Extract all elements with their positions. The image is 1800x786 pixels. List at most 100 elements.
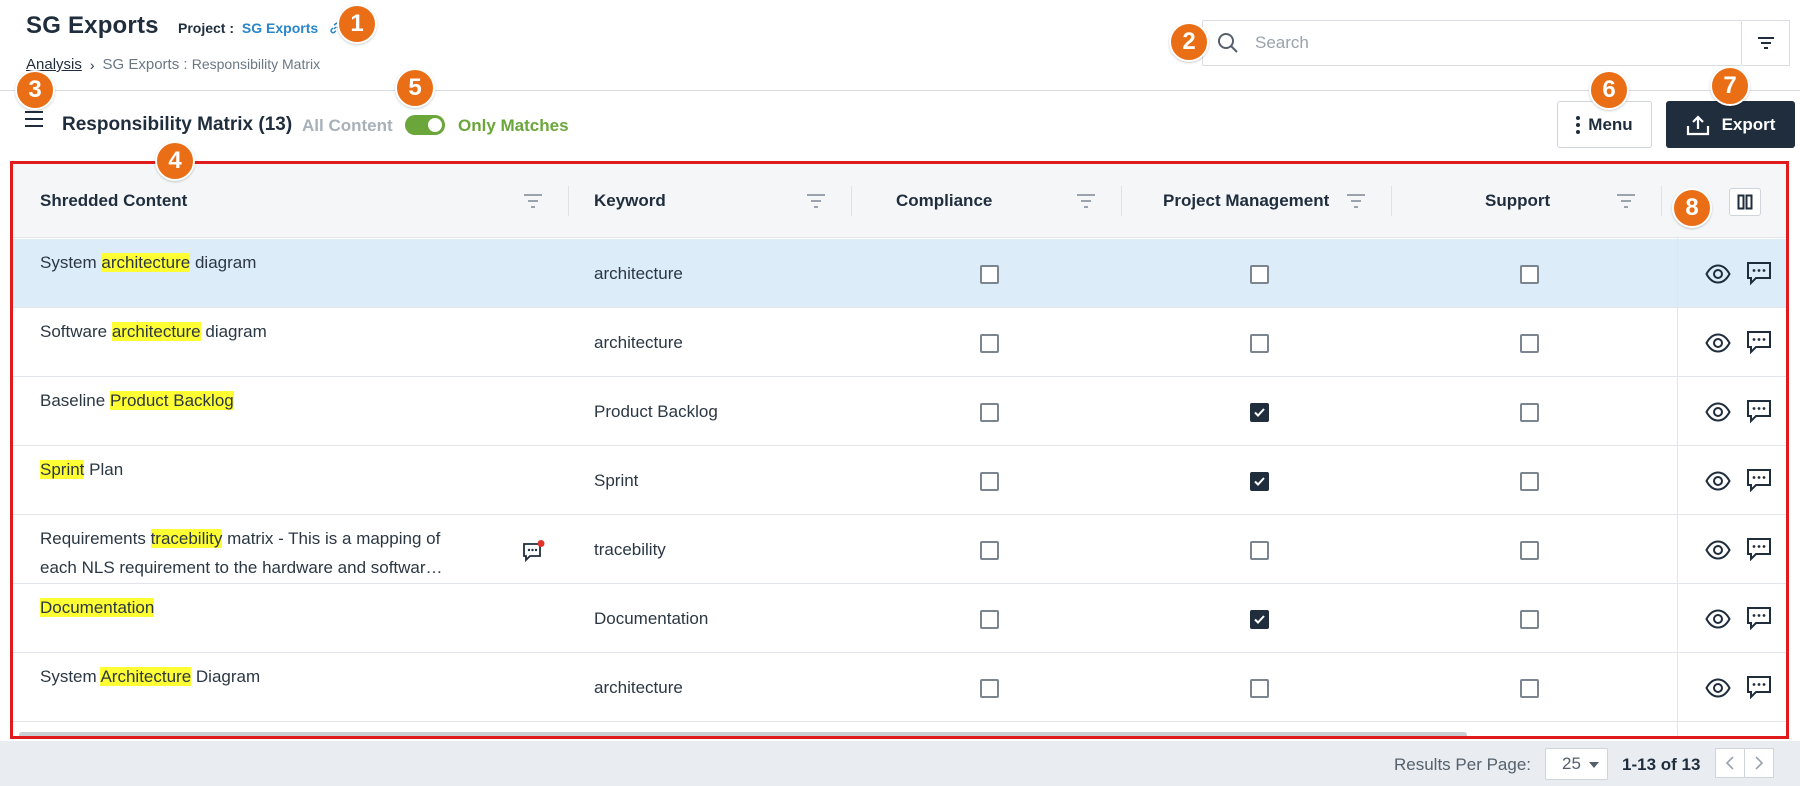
support-checkbox[interactable] — [1520, 265, 1539, 284]
table-row[interactable]: Software architecture diagram architectur… — [13, 308, 1786, 377]
filter-button[interactable] — [1742, 20, 1790, 66]
content-text: System — [40, 667, 101, 686]
project-management-checkbox[interactable] — [1250, 334, 1269, 353]
support-checkbox[interactable] — [1520, 334, 1539, 353]
column-divider[interactable] — [1121, 186, 1122, 216]
column-divider[interactable] — [851, 186, 852, 216]
comment-icon[interactable] — [1746, 260, 1772, 286]
column-divider[interactable] — [568, 186, 569, 216]
eye-icon[interactable] — [1705, 537, 1731, 563]
filter-icon[interactable] — [1076, 193, 1096, 209]
shredded-content-cell: Software architecture diagram — [40, 317, 460, 346]
project-management-checkbox[interactable] — [1250, 265, 1269, 284]
compliance-checkbox[interactable] — [980, 541, 999, 560]
page-header: SG Exports Project : SG Exports Analysis… — [0, 0, 1800, 91]
column-divider[interactable] — [1661, 186, 1662, 216]
column-toggle-button[interactable] — [1729, 188, 1761, 216]
column-label-shredded-content: Shredded Content — [40, 191, 188, 210]
keyword-highlight: tracebility — [150, 529, 223, 548]
comment-icon[interactable] — [1746, 329, 1772, 355]
comment-icon[interactable] — [1746, 605, 1772, 631]
breadcrumb: Analysis › SG Exports : Responsibility M… — [26, 56, 320, 73]
only-matches-label[interactable]: Only Matches — [458, 116, 569, 136]
comment-icon[interactable] — [1746, 467, 1772, 493]
callout-badge-2: 2 — [1169, 22, 1209, 62]
comment-icon[interactable] — [1746, 398, 1772, 424]
vertical-scrollbar[interactable] — [1787, 239, 1789, 509]
table-row[interactable]: Documentation Documentation — [13, 584, 1786, 653]
filter-icon[interactable] — [806, 193, 826, 209]
content-text: Baseline — [40, 391, 110, 410]
shredded-content-cell: System architecture diagram — [40, 248, 460, 277]
table-row[interactable]: System architecture diagram architecture — [13, 239, 1786, 308]
column-divider[interactable] — [1391, 186, 1392, 216]
pagination-footer: Results Per Page: 25 1-13 of 13 — [0, 741, 1800, 786]
compliance-checkbox[interactable] — [980, 265, 999, 284]
keyword-highlight: Architecture — [100, 667, 192, 686]
project-management-checkbox[interactable] — [1250, 403, 1269, 422]
upload-icon — [1686, 114, 1709, 135]
caret-down-icon — [1589, 762, 1599, 768]
compliance-checkbox[interactable] — [980, 472, 999, 491]
export-button[interactable]: Export — [1666, 101, 1795, 148]
filter-icon[interactable] — [1346, 193, 1366, 209]
keyword-cell: tracebility — [594, 539, 666, 559]
keyword-cell: Product Backlog — [594, 401, 718, 421]
project-link[interactable]: SG Exports — [242, 20, 318, 36]
next-page-button[interactable] — [1744, 748, 1774, 778]
callout-badge-6: 6 — [1589, 70, 1629, 110]
project-management-checkbox[interactable] — [1250, 610, 1269, 629]
content-text: Plan — [84, 460, 124, 479]
column-header-project-management[interactable]: Project Management — [1163, 164, 1329, 238]
eye-icon[interactable] — [1705, 399, 1731, 425]
eye-icon[interactable] — [1705, 261, 1731, 287]
eye-icon[interactable] — [1705, 330, 1731, 356]
column-header-support[interactable]: Support — [1485, 164, 1550, 238]
support-checkbox[interactable] — [1520, 610, 1539, 629]
column-header-keyword[interactable]: Keyword — [594, 164, 666, 238]
support-checkbox[interactable] — [1520, 541, 1539, 560]
table-row[interactable]: Requirements tracebility matrix - This i… — [13, 515, 1786, 584]
columns-icon — [1737, 194, 1753, 210]
eye-icon[interactable] — [1705, 675, 1731, 701]
hamburger-icon[interactable] — [25, 111, 45, 131]
compliance-checkbox[interactable] — [980, 610, 999, 629]
eye-icon[interactable] — [1705, 468, 1731, 494]
column-label-compliance: Compliance — [896, 191, 993, 210]
horizontal-scrollbar[interactable] — [19, 732, 1467, 736]
results-per-page-select[interactable]: 25 — [1545, 748, 1608, 780]
project-management-checkbox[interactable] — [1250, 541, 1269, 560]
table-row[interactable]: Sprint Plan Sprint — [13, 446, 1786, 515]
filter-icon[interactable] — [1616, 193, 1636, 209]
support-checkbox[interactable] — [1520, 403, 1539, 422]
compliance-checkbox[interactable] — [980, 334, 999, 353]
support-checkbox[interactable] — [1520, 679, 1539, 698]
project-management-checkbox[interactable] — [1250, 472, 1269, 491]
table-row[interactable]: Baseline Product Backlog Product Backlog — [13, 377, 1786, 446]
content-text: System — [40, 253, 102, 272]
column-header-compliance[interactable]: Compliance — [896, 164, 992, 238]
filter-icon[interactable] — [523, 193, 543, 209]
previous-page-button[interactable] — [1715, 748, 1745, 778]
eye-icon[interactable] — [1705, 606, 1731, 632]
compliance-checkbox[interactable] — [980, 679, 999, 698]
breadcrumb-project: SG Exports : — [102, 56, 188, 73]
comment-icon[interactable] — [1746, 674, 1772, 700]
filter-icon — [1757, 37, 1774, 49]
project-management-checkbox[interactable] — [1250, 679, 1269, 698]
content-filter-toggle[interactable] — [405, 115, 445, 135]
pagination-range: 1-13 of 13 — [1622, 755, 1701, 774]
content-text: Requirements — [40, 529, 151, 548]
responsibility-matrix-table: Shredded Content Keyword Compliance Proj… — [10, 161, 1789, 739]
support-checkbox[interactable] — [1520, 472, 1539, 491]
table-row[interactable]: System Architecture Diagram architecture — [13, 653, 1786, 722]
more-vertical-icon — [1576, 115, 1581, 134]
all-content-label[interactable]: All Content — [302, 116, 393, 136]
search-box — [1202, 20, 1742, 66]
compliance-checkbox[interactable] — [980, 403, 999, 422]
search-input[interactable] — [1255, 33, 1695, 53]
column-label-keyword: Keyword — [594, 191, 666, 210]
callout-badge-3: 3 — [15, 70, 55, 110]
note-icon[interactable] — [521, 540, 545, 564]
comment-icon[interactable] — [1746, 536, 1772, 562]
